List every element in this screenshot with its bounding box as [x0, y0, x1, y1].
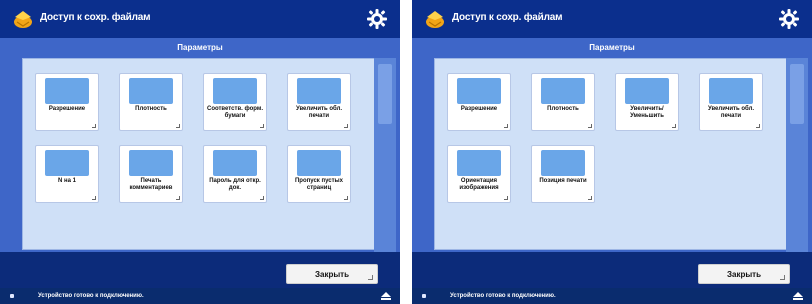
tile-corner-icon — [588, 124, 592, 128]
tile-density[interactable]: Плотность — [531, 73, 595, 131]
top-bar: Доступ к сохр. файлам — [0, 0, 400, 38]
tile-corner-icon — [260, 124, 264, 128]
paper-size-match-icon — [213, 78, 257, 104]
close-button-corner-icon — [368, 275, 373, 280]
print-position-icon — [541, 150, 585, 176]
app-title: Доступ к сохр. файлам — [452, 12, 563, 23]
app-title: Доступ к сохр. файлам — [40, 12, 151, 23]
eject-icon[interactable] — [380, 291, 392, 301]
tile-corner-icon — [504, 196, 508, 200]
screen-left: Доступ к сохр. файлам Параметры Разрешен… — [0, 0, 400, 304]
tile-label: Увеличить/Уменьшить — [630, 106, 664, 119]
zoom-icon — [625, 78, 669, 104]
tile-resolution[interactable]: Разрешение — [447, 73, 511, 131]
close-button-label: Закрыть — [314, 270, 350, 279]
tile-corner-icon — [92, 196, 96, 200]
status-indicator-icon — [10, 294, 14, 298]
status-text: Устройство готово к подключению. — [38, 293, 144, 299]
tile-label: Разрешение — [48, 106, 86, 112]
tile-corner-icon — [176, 124, 180, 128]
tile-corner-icon — [672, 124, 676, 128]
tile-image-orientation[interactable]: Ориентация изображения — [447, 145, 511, 203]
tile-zoom[interactable]: Увеличить/Уменьшить — [615, 73, 679, 131]
tile-corner-icon — [344, 196, 348, 200]
scrollbar-thumb[interactable] — [378, 64, 392, 124]
settings-gear-icon[interactable] — [776, 6, 802, 32]
tile-corner-icon — [344, 124, 348, 128]
print-comments-icon — [129, 150, 173, 176]
skip-blank-pages-icon — [297, 150, 341, 176]
tile-skip-blank-pages[interactable]: Пропуск пустых страниц — [287, 145, 351, 203]
tile-corner-icon — [504, 124, 508, 128]
n-on-1-icon — [45, 150, 89, 176]
tile-label: Разрешение — [460, 106, 498, 112]
scrollbar[interactable] — [374, 58, 396, 252]
settings-grid: Разрешение Плотность Соответств. форм. б… — [22, 58, 376, 250]
close-button-corner-icon — [780, 275, 785, 280]
tile-print-comments[interactable]: Печать комментариев — [119, 145, 183, 203]
scrollbar-thumb[interactable] — [790, 64, 804, 124]
tile-label: Плотность — [547, 106, 579, 112]
settings-grid: Разрешение Плотность Увеличить/Уменьшить… — [434, 58, 788, 250]
tile-label: Пропуск пустых страниц — [294, 178, 343, 191]
screen-right: Доступ к сохр. файлам Параметры Разрешен… — [412, 0, 812, 304]
enlarge-print-area-icon — [297, 78, 341, 104]
settings-band: Параметры Разрешение Плотность Соответст… — [0, 38, 400, 252]
tile-label: Печать комментариев — [129, 178, 173, 191]
image-orientation-icon — [457, 150, 501, 176]
tile-corner-icon — [92, 124, 96, 128]
tile-corner-icon — [176, 196, 180, 200]
density-icon — [541, 78, 585, 104]
tile-corner-icon — [756, 124, 760, 128]
tile-corner-icon — [588, 196, 592, 200]
tile-enlarge-print-area[interactable]: Увеличить обл. печати — [287, 73, 351, 131]
status-indicator-icon — [422, 294, 426, 298]
eject-icon[interactable] — [792, 291, 804, 301]
tile-paper-size-match[interactable]: Соответств. форм. бумаги — [203, 73, 267, 131]
resolution-icon — [45, 78, 89, 104]
stored-files-app-icon — [424, 8, 446, 30]
stored-files-app-icon — [12, 8, 34, 30]
tile-label: Увеличить обл. печати — [295, 106, 343, 119]
tile-enlarge-print-area[interactable]: Увеличить обл. печати — [699, 73, 763, 131]
section-title: Параметры — [177, 43, 223, 52]
document-password-icon — [213, 150, 257, 176]
scrollbar[interactable] — [786, 58, 808, 252]
tile-label: N на 1 — [58, 178, 76, 184]
tile-label: Пароль для откр. док. — [209, 178, 261, 191]
status-bar: Устройство готово к подключению. — [0, 288, 400, 304]
tile-label: Позиция печати — [539, 178, 587, 184]
settings-gear-icon[interactable] — [364, 6, 390, 32]
tile-document-password[interactable]: Пароль для откр. док. — [203, 145, 267, 203]
tile-corner-icon — [260, 196, 264, 200]
resolution-icon — [457, 78, 501, 104]
tile-resolution[interactable]: Разрешение — [35, 73, 99, 131]
close-button[interactable]: Закрыть — [698, 264, 790, 284]
tile-label: Соответств. форм. бумаги — [206, 106, 263, 119]
tile-label: Плотность — [135, 106, 167, 112]
close-button[interactable]: Закрыть — [286, 264, 378, 284]
tile-label: Увеличить обл. печати — [707, 106, 755, 119]
close-button-label: Закрыть — [726, 270, 762, 279]
tile-print-position[interactable]: Позиция печати — [531, 145, 595, 203]
tile-n-on-1[interactable]: N на 1 — [35, 145, 99, 203]
tile-density[interactable]: Плотность — [119, 73, 183, 131]
density-icon — [129, 78, 173, 104]
section-title: Параметры — [589, 43, 635, 52]
top-bar: Доступ к сохр. файлам — [412, 0, 812, 38]
tile-label: Ориентация изображения — [459, 178, 499, 191]
enlarge-print-area-icon — [709, 78, 753, 104]
status-text: Устройство готово к подключению. — [450, 293, 556, 299]
status-bar: Устройство готово к подключению. — [412, 288, 812, 304]
settings-band: Параметры Разрешение Плотность Увеличить… — [412, 38, 812, 252]
